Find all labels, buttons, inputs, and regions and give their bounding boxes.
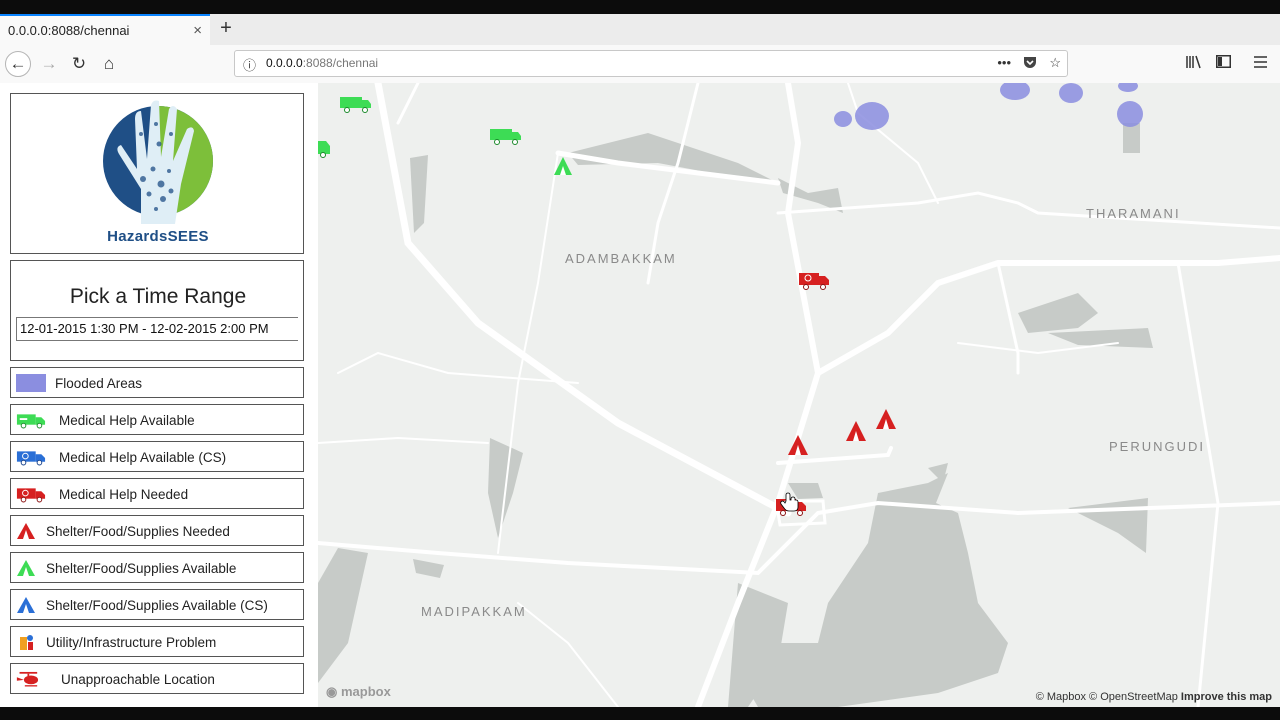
flood-blob bbox=[1117, 101, 1143, 127]
legend-label: Shelter/Food/Supplies Available bbox=[46, 561, 237, 576]
map-area bbox=[410, 155, 428, 233]
map-attribution: © Mapbox © OpenStreetMap Improve this ma… bbox=[1036, 691, 1272, 703]
legend-item-unapproachable[interactable]: Unapproachable Location bbox=[10, 663, 304, 694]
blue-ambulance-icon bbox=[16, 451, 46, 466]
map-area bbox=[1068, 498, 1148, 553]
legend-label: Medical Help Available (CS) bbox=[59, 450, 227, 465]
legend-item-medical-available-cs[interactable]: Medical Help Available (CS) bbox=[10, 441, 304, 472]
map-road bbox=[396, 83, 420, 125]
menu-icon[interactable] bbox=[1254, 55, 1267, 71]
tab-strip: 0.0.0.0:8088/chennai × + bbox=[0, 14, 1280, 46]
green-ambulance-icon bbox=[16, 414, 46, 429]
legend-item-shelter-available-cs[interactable]: Shelter/Food/Supplies Available (CS) bbox=[10, 589, 304, 620]
legend-label: Unapproachable Location bbox=[61, 672, 215, 687]
legend-item-utility-problem[interactable]: Utility/Infrastructure Problem bbox=[10, 626, 304, 657]
green-tent-icon bbox=[17, 560, 35, 576]
utility-icon bbox=[20, 635, 33, 650]
shelter-needed-marker[interactable] bbox=[788, 435, 808, 455]
medical-available-marker[interactable] bbox=[340, 97, 371, 113]
medical-needed-marker[interactable] bbox=[799, 273, 829, 290]
red-ambulance-icon bbox=[16, 488, 46, 503]
map-road bbox=[517, 602, 619, 707]
flood-swatch bbox=[16, 374, 46, 392]
url-path: :8088/chennai bbox=[302, 56, 379, 70]
back-button[interactable]: ← bbox=[5, 51, 31, 77]
screen-top-border bbox=[0, 0, 1280, 14]
legend-item-medical-needed[interactable]: Medical Help Needed bbox=[10, 478, 304, 509]
bookmark-star-icon[interactable]: ☆ bbox=[1049, 55, 1061, 71]
screen-bottom-border bbox=[0, 707, 1280, 720]
time-range-title: Pick a Time Range bbox=[69, 285, 247, 308]
map-area bbox=[318, 548, 368, 683]
map-road bbox=[374, 83, 792, 517]
home-button[interactable]: ⌂ bbox=[96, 51, 122, 77]
flood-blob bbox=[834, 111, 852, 127]
time-range-panel: Pick a Time Range 12-01-2015 1:30 PM - 1… bbox=[10, 260, 304, 361]
medical-available-marker[interactable] bbox=[318, 141, 330, 158]
legend-label: Flooded Areas bbox=[55, 376, 143, 391]
legend-item-shelter-needed[interactable]: Shelter/Food/Supplies Needed bbox=[10, 515, 304, 546]
flood-blob bbox=[855, 102, 889, 130]
legend-label: Utility/Infrastructure Problem bbox=[46, 635, 217, 650]
blue-tent-icon bbox=[17, 597, 35, 613]
sidebar: HazardsSEES Pick a Time Range 12-01-2015… bbox=[0, 83, 318, 707]
map-road bbox=[1176, 261, 1220, 707]
mapbox-logo-text: mapbox bbox=[340, 684, 391, 699]
time-range-input[interactable]: 12-01-2015 1:30 PM - 12-02-2015 2:00 PM bbox=[16, 317, 298, 341]
attribution-text[interactable]: © Mapbox © OpenStreetMap bbox=[1036, 691, 1178, 703]
tab-close-icon[interactable]: × bbox=[193, 22, 202, 39]
helicopter-icon bbox=[16, 671, 39, 687]
map-area bbox=[788, 483, 823, 499]
mapbox-logo[interactable]: ◉ mapbox bbox=[326, 684, 391, 700]
map-road bbox=[996, 261, 1020, 375]
place-label: PERUNGUDI bbox=[1109, 439, 1206, 454]
legend-item-flooded[interactable]: Flooded Areas bbox=[10, 367, 304, 398]
map-area bbox=[1123, 123, 1140, 153]
navigation-bar: ← → ↻ ⌂ ⓘ 0.0.0.0:8088/chennai ••• ☆ bbox=[0, 45, 1280, 84]
map-road bbox=[776, 191, 1280, 230]
tab-title: 0.0.0.0:8088/chennai bbox=[8, 23, 130, 38]
hazardssees-logo-icon bbox=[103, 100, 213, 224]
shelter-needed-marker[interactable] bbox=[876, 409, 896, 429]
map-area bbox=[1018, 293, 1098, 333]
red-tent-icon bbox=[17, 523, 35, 539]
legend-item-shelter-available[interactable]: Shelter/Food/Supplies Available bbox=[10, 552, 304, 583]
url-host: 0.0.0.0 bbox=[266, 56, 303, 70]
map-view[interactable]: ADAMBAKKAM THARAMANI PERUNGUDI MADIPAKKA… bbox=[318, 83, 1280, 707]
legend-label: Medical Help Available bbox=[59, 413, 195, 428]
legend-item-medical-available[interactable]: Medical Help Available bbox=[10, 404, 304, 435]
legend-label: Shelter/Food/Supplies Needed bbox=[46, 524, 230, 539]
url-bar[interactable]: ⓘ 0.0.0.0:8088/chennai ••• ☆ bbox=[234, 50, 1068, 77]
place-label: ADAMBAKKAM bbox=[565, 251, 677, 266]
legend-label: Shelter/Food/Supplies Available (CS) bbox=[46, 598, 268, 613]
shelter-needed-marker[interactable] bbox=[846, 421, 866, 441]
legend-label: Medical Help Needed bbox=[59, 487, 189, 502]
place-label: MADIPAKKAM bbox=[421, 604, 527, 619]
improve-map-link[interactable]: Improve this map bbox=[1181, 691, 1272, 703]
forward-button[interactable]: → bbox=[36, 51, 62, 77]
reload-button[interactable]: ↻ bbox=[66, 51, 92, 77]
sidebar-toggle-icon[interactable] bbox=[1216, 55, 1231, 71]
url-text: 0.0.0.0:8088/chennai bbox=[266, 56, 378, 70]
new-tab-button[interactable]: + bbox=[214, 16, 238, 40]
flood-blob bbox=[1000, 83, 1030, 100]
flood-blob bbox=[1118, 83, 1138, 92]
page-actions-icon[interactable]: ••• bbox=[997, 55, 1011, 70]
logo-text: HazardsSEES bbox=[107, 228, 209, 245]
place-label: THARAMANI bbox=[1086, 206, 1181, 221]
pocket-icon[interactable] bbox=[1023, 55, 1037, 72]
map-road bbox=[847, 83, 939, 204]
map-area bbox=[413, 559, 444, 578]
map-road bbox=[318, 436, 489, 444]
logo-panel: HazardsSEES bbox=[10, 93, 304, 254]
browser-tab[interactable]: 0.0.0.0:8088/chennai × bbox=[0, 14, 210, 45]
library-icon[interactable] bbox=[1186, 55, 1202, 72]
medical-available-marker[interactable] bbox=[490, 129, 521, 145]
site-info-icon[interactable]: ⓘ bbox=[243, 55, 256, 74]
flood-blob bbox=[1059, 83, 1083, 103]
